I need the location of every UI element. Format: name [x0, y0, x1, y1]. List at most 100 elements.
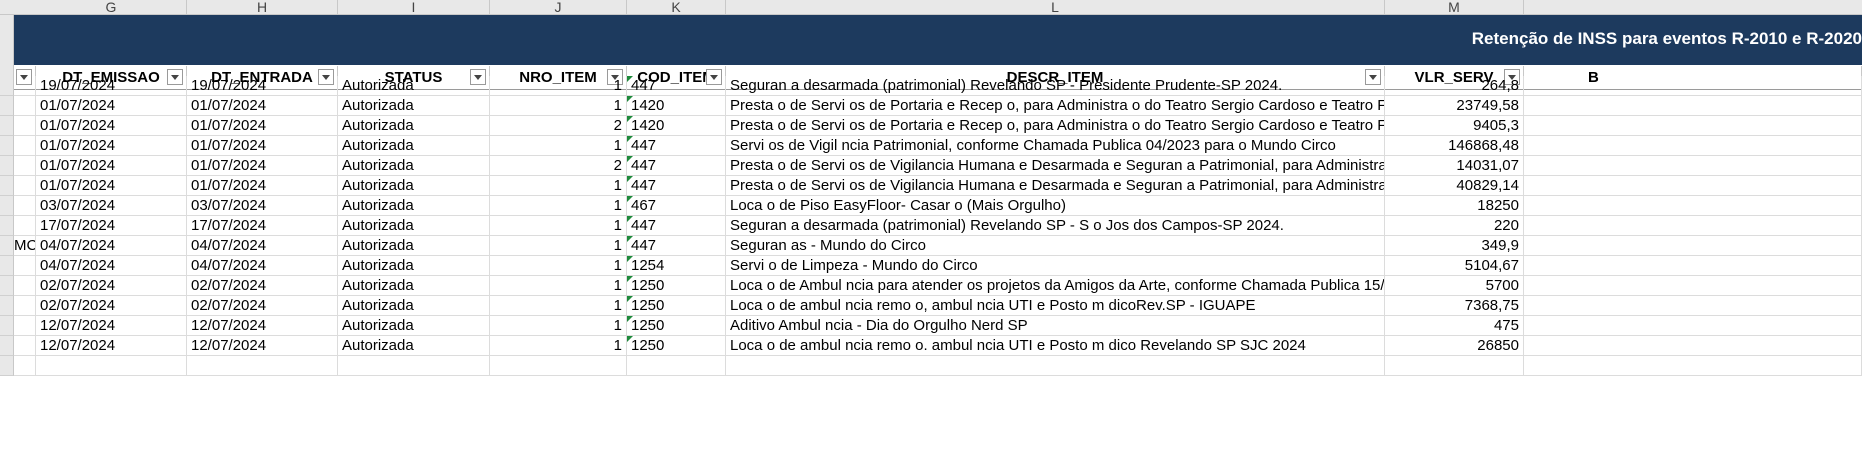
cell-status[interactable]: Autorizada: [338, 156, 490, 176]
cell-status[interactable]: Autorizada: [338, 256, 490, 276]
cell-empty[interactable]: [14, 296, 36, 316]
cell-dt-emissao[interactable]: 02/07/2024: [36, 276, 187, 296]
row-number[interactable]: [0, 76, 14, 96]
cell-dt-entrada[interactable]: 01/07/2024: [187, 176, 338, 196]
cell-nro-item[interactable]: 2: [490, 116, 627, 136]
cell-cod-item[interactable]: 447: [627, 136, 726, 156]
cell-status[interactable]: Autorizada: [338, 316, 490, 336]
row-number[interactable]: [0, 216, 14, 236]
cell-dt-entrada[interactable]: 04/07/2024: [187, 236, 338, 256]
cell-dt-emissao[interactable]: 12/07/2024: [36, 316, 187, 336]
cell-dt-emissao[interactable]: 01/07/2024: [36, 96, 187, 116]
cell-vlr-serv[interactable]: 264,8: [1385, 76, 1524, 96]
cell-cod-item[interactable]: 447: [627, 216, 726, 236]
cell-empty[interactable]: [14, 96, 36, 116]
row-number[interactable]: [0, 156, 14, 176]
cell-vlr-serv[interactable]: 14031,07: [1385, 156, 1524, 176]
cell-vlr-serv[interactable]: 23749,58: [1385, 96, 1524, 116]
cell-dt-emissao[interactable]: 01/07/2024: [36, 136, 187, 156]
row-number[interactable]: [0, 96, 14, 116]
cell-cod-item[interactable]: 1250: [627, 276, 726, 296]
cell-empty[interactable]: [36, 356, 187, 376]
cell-vlr-serv[interactable]: 26850: [1385, 336, 1524, 356]
cell-cod-item[interactable]: 447: [627, 156, 726, 176]
cell-cod-item[interactable]: 1420: [627, 96, 726, 116]
column-letter[interactable]: I: [338, 0, 490, 14]
cell-nro-item[interactable]: 1: [490, 296, 627, 316]
cell-vlr-serv[interactable]: 40829,14: [1385, 176, 1524, 196]
cell-empty[interactable]: [1524, 76, 1862, 96]
cell-empty[interactable]: [1524, 296, 1862, 316]
cell-cod-item[interactable]: 1250: [627, 336, 726, 356]
cell-dt-entrada[interactable]: 17/07/2024: [187, 216, 338, 236]
cell-empty[interactable]: [14, 196, 36, 216]
cell-nro-item[interactable]: 1: [490, 136, 627, 156]
cell-cod-item[interactable]: 447: [627, 236, 726, 256]
cell-empty[interactable]: [1524, 276, 1862, 296]
cell-empty[interactable]: [14, 156, 36, 176]
column-letter[interactable]: K: [627, 0, 726, 14]
cell-empty[interactable]: [726, 356, 1385, 376]
cell-empty[interactable]: [1524, 116, 1862, 136]
cell-empty[interactable]: [14, 136, 36, 156]
cell-vlr-serv[interactable]: 5700: [1385, 276, 1524, 296]
cell-empty[interactable]: [14, 76, 36, 96]
cell-empty[interactable]: [14, 116, 36, 136]
cell-empty[interactable]: [1524, 256, 1862, 276]
cell-empty[interactable]: [187, 356, 338, 376]
cell-dt-entrada[interactable]: 04/07/2024: [187, 256, 338, 276]
cell-dt-entrada[interactable]: 12/07/2024: [187, 336, 338, 356]
cell-descr-item[interactable]: Loca o de ambul ncia remo o, ambul ncia …: [726, 296, 1385, 316]
cell-empty[interactable]: [14, 336, 36, 356]
cell-nro-item[interactable]: 2: [490, 156, 627, 176]
row-number[interactable]: [0, 356, 14, 376]
cell-dt-emissao[interactable]: 01/07/2024: [36, 176, 187, 196]
cell-status[interactable]: Autorizada: [338, 336, 490, 356]
cell-nro-item[interactable]: 1: [490, 276, 627, 296]
cell-cod-item[interactable]: 447: [627, 176, 726, 196]
cell-empty[interactable]: [14, 316, 36, 336]
cell-descr-item[interactable]: Aditivo Ambul ncia - Dia do Orgulho Nerd…: [726, 316, 1385, 336]
cell-nro-item[interactable]: 1: [490, 336, 627, 356]
row-number[interactable]: [0, 276, 14, 296]
cell-empty[interactable]: [1524, 156, 1862, 176]
cell-dt-entrada[interactable]: 02/07/2024: [187, 276, 338, 296]
cell-dt-emissao[interactable]: 02/07/2024: [36, 296, 187, 316]
cell-empty[interactable]: [1524, 216, 1862, 236]
cell-dt-entrada[interactable]: 02/07/2024: [187, 296, 338, 316]
cell-dt-emissao[interactable]: 03/07/2024: [36, 196, 187, 216]
cell-vlr-serv[interactable]: 7368,75: [1385, 296, 1524, 316]
cell-nro-item[interactable]: 1: [490, 76, 627, 96]
cell-status[interactable]: Autorizada: [338, 236, 490, 256]
cell-descr-item[interactable]: Presta o de Servi os de Vigilancia Human…: [726, 156, 1385, 176]
cell-nro-item[interactable]: 1: [490, 176, 627, 196]
column-letter[interactable]: M: [1385, 0, 1524, 14]
cell-empty[interactable]: [1524, 196, 1862, 216]
cell-nro-item[interactable]: 1: [490, 316, 627, 336]
cell-cod-item[interactable]: 1254: [627, 256, 726, 276]
cell-empty[interactable]: [490, 356, 627, 376]
column-letter[interactable]: J: [490, 0, 627, 14]
row-number[interactable]: [0, 256, 14, 276]
cell-dt-emissao[interactable]: 17/07/2024: [36, 216, 187, 236]
cell-descr-item[interactable]: Servi os de Vigil ncia Patrimonial, conf…: [726, 136, 1385, 156]
cell-dt-entrada[interactable]: 01/07/2024: [187, 96, 338, 116]
cell-cod-item[interactable]: 1250: [627, 296, 726, 316]
row-number[interactable]: [0, 196, 14, 216]
cell-dt-emissao[interactable]: 19/07/2024: [36, 76, 187, 96]
cell-overflow[interactable]: MC: [14, 236, 36, 256]
cell-status[interactable]: Autorizada: [338, 176, 490, 196]
cell-nro-item[interactable]: 1: [490, 216, 627, 236]
cell-descr-item[interactable]: Presta o de Servi os de Portaria e Recep…: [726, 96, 1385, 116]
cell-dt-emissao[interactable]: 04/07/2024: [36, 256, 187, 276]
row-number[interactable]: [0, 336, 14, 356]
cell-status[interactable]: Autorizada: [338, 276, 490, 296]
cell-dt-entrada[interactable]: 19/07/2024: [187, 76, 338, 96]
cell-empty[interactable]: [1524, 336, 1862, 356]
cell-cod-item[interactable]: 1250: [627, 316, 726, 336]
cell-empty[interactable]: [14, 356, 36, 376]
cell-descr-item[interactable]: Servi o de Limpeza - Mundo do Circo: [726, 256, 1385, 276]
cell-status[interactable]: Autorizada: [338, 136, 490, 156]
cell-vlr-serv[interactable]: 18250: [1385, 196, 1524, 216]
cell-vlr-serv[interactable]: 475: [1385, 316, 1524, 336]
